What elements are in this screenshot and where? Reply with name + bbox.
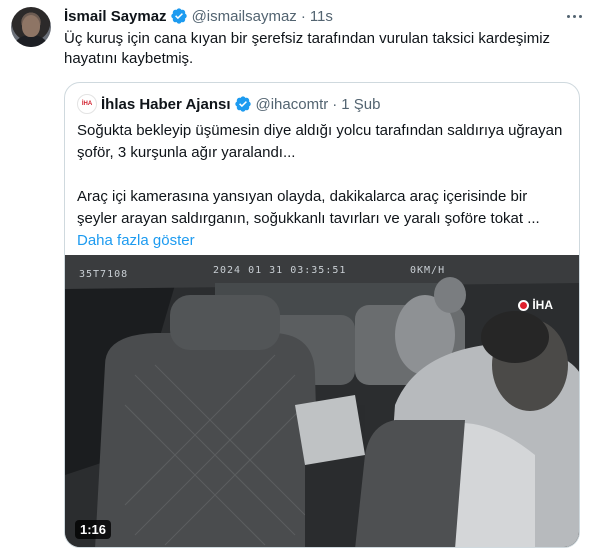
quote-paragraph-1: Soğukta bekleyip üşümesin diye aldığı yo… (77, 122, 563, 161)
iha-watermark: İHA (518, 298, 553, 312)
tweet-card[interactable]: İsmail Saymaz @ismailsaymaz · 11s Üç kur… (0, 0, 596, 552)
tweet-time[interactable]: 11s (310, 8, 333, 25)
quote-author-avatar[interactable]: İHA (77, 94, 97, 114)
quote-time[interactable]: 1 Şub (341, 96, 380, 113)
quote-header-separator: · (332, 95, 338, 113)
quote-header: İHA İhlas Haber Ajansı @ihacomtr · 1 Şub (65, 94, 579, 114)
header-separator: · (300, 7, 306, 25)
video-duration-badge: 1:16 (75, 520, 112, 539)
tweet-header: İsmail Saymaz @ismailsaymaz · 11s (64, 6, 584, 26)
iha-logo-text: İHA (81, 101, 93, 107)
quote-author-name[interactable]: İhlas Haber Ajansı (101, 96, 231, 113)
more-options-icon[interactable] (564, 6, 584, 26)
quote-author-handle[interactable]: @ihacomtr (256, 96, 329, 113)
osd-plate: 35T7108 (79, 269, 129, 280)
video-frame (65, 255, 579, 547)
quote-text: Soğukta bekleyip üşümesin diye aldığı yo… (65, 120, 579, 230)
quote-paragraph-2: Araç içi kamerasına yansıyan olayda, dak… (77, 188, 540, 227)
verified-badge-icon (234, 96, 251, 112)
author-avatar[interactable] (11, 7, 51, 47)
iha-watermark-icon (518, 299, 530, 311)
tweet-text: Üç kuruş için cana kıyan bir şerefsiz ta… (64, 30, 551, 67)
show-more-link[interactable]: Daha fazla göster (65, 230, 579, 252)
avatar-face (22, 15, 40, 37)
iha-watermark-text: İHA (532, 298, 553, 312)
video-player[interactable]: 35T7108 2024 01 31 03:35:51 0KM/H İHA 1:… (65, 255, 579, 547)
author-handle[interactable]: @ismailsaymaz (192, 8, 297, 25)
quoted-tweet[interactable]: İHA İhlas Haber Ajansı @ihacomtr · 1 Şub… (64, 82, 580, 548)
osd-speed: 0KM/H (410, 265, 446, 276)
tweet-content: İsmail Saymaz @ismailsaymaz · 11s Üç kur… (64, 6, 584, 548)
osd-datetime: 2024 01 31 03:35:51 (213, 265, 347, 276)
author-name[interactable]: İsmail Saymaz (64, 8, 167, 25)
verified-badge-icon (170, 8, 187, 24)
